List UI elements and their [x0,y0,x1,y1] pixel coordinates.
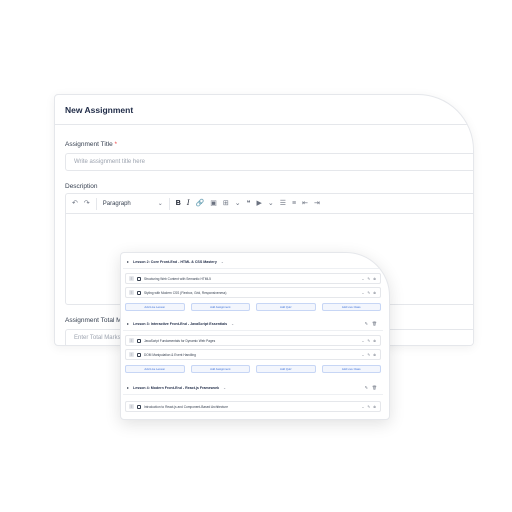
table-icon[interactable]: ⊞ [223,200,229,207]
lesson-title: Lesson 4: Modern Front-End - React.js Fr… [133,385,220,390]
form-header: New Assignment [55,95,473,125]
image-icon[interactable]: ▣ [210,200,217,207]
caret-right-icon[interactable]: ▸ [127,385,129,390]
add-quiz-button[interactable]: Add Quiz [256,365,316,373]
lesson-doc-icon [137,352,141,357]
topic-title: JavaScript Fundamentals for Dynamic Web … [144,338,216,343]
edit-icon[interactable]: ✎ [367,277,370,281]
chevron-down-icon[interactable]: ⌄ [361,353,364,357]
topic-actions: ⌄ ✎ ⊗ [361,405,376,409]
bulleted-list-icon[interactable]: ☰ [280,200,286,207]
add-live-lesson-button[interactable]: Add Live Lesson [125,303,185,311]
topic-row[interactable]: ⠿ Structuring Web Content with Semantic … [125,273,381,284]
quote-icon[interactable]: ❝ [247,200,251,207]
toolbar-divider [168,197,170,210]
lesson-title: Lesson 2: Core Front-End - HTML & CSS Ma… [133,259,217,264]
topic-title: Structuring Web Content with Semantic HT… [144,276,211,281]
delete-icon[interactable]: ⊗ [373,353,376,357]
chevron-down-icon[interactable]: ⌄ [361,277,364,281]
editor-toolbar: ↶ ↷ Paragraph ⌄ B I 🔗 ▣ ⊞ ⌄ ❝ ▶ ⌄ ☰ ≡ ⇤ … [66,194,473,214]
curriculum-panel: ▸ Lesson 2: Core Front-End - HTML & CSS … [120,252,390,420]
edit-icon[interactable]: ✎ [367,405,370,409]
chevron-down-icon[interactable]: ⌄ [221,260,224,264]
media-icon[interactable]: ▶ [256,200,261,207]
topic-actions: ⌄ ✎ ⊗ [361,353,376,357]
chevron-down-icon[interactable]: ⌄ [223,386,226,390]
chevron-down-icon[interactable]: ⌄ [361,291,364,295]
topic-row[interactable]: ⠿ JavaScript Fundamentals for Dynamic We… [125,335,381,346]
topic-row[interactable]: ⠿ Introduction to React.js and Component… [125,401,381,412]
chevron-down-icon: ⌄ [157,201,163,207]
drag-handle-icon[interactable]: ⠿ [129,276,134,281]
topic-title: DOM Manipulation & Event Handling [144,352,196,357]
toolbar-divider [95,197,97,210]
paragraph-select-label: Paragraph [102,200,131,207]
undo-icon[interactable]: ↶ [72,200,78,207]
add-live-class-button[interactable]: Add Live Class [321,365,381,373]
trash-icon[interactable]: 🗑 [372,321,377,326]
lesson-header[interactable]: ▸ Lesson 3: Interactive Front-End - Java… [123,317,383,331]
drag-handle-icon[interactable]: ⠿ [129,404,134,409]
lesson-header[interactable]: ▸ Lesson 4: Modern Front-End - React.js … [123,381,383,395]
assignment-title-placeholder: Write assignment title here [74,159,145,165]
lesson-doc-icon [137,338,141,343]
table-chevron-icon[interactable]: ⌄ [235,200,241,207]
edit-icon[interactable]: ✎ [365,321,368,326]
trash-icon[interactable]: 🗑 [372,385,377,390]
topic-row[interactable]: ⠿ Styling with Modern CSS (Flexbox, Grid… [125,287,381,298]
edit-icon[interactable]: ✎ [365,385,368,390]
numbered-list-icon[interactable]: ≡ [292,200,296,207]
total-marks-placeholder: Enter Total Marks [74,335,121,341]
italic-button[interactable]: I [187,200,190,207]
lesson-actions: ✎ 🗑 [365,385,377,390]
lesson-add-buttons: Add Live Lesson Add Assignment Add Quiz … [125,303,381,311]
caret-right-icon[interactable]: ▸ [127,321,129,326]
add-live-lesson-button[interactable]: Add Live Lesson [125,365,185,373]
paragraph-select[interactable]: Paragraph ⌄ [102,200,163,208]
bold-button[interactable]: B [176,200,181,207]
caret-right-icon[interactable]: ▸ [127,259,129,264]
lesson-doc-icon [137,276,141,281]
add-live-class-button[interactable]: Add Live Class [321,303,381,311]
assignment-title-input[interactable]: Write assignment title here [65,153,473,171]
media-chevron-icon[interactable]: ⌄ [268,200,274,207]
description-label: Description [65,183,98,190]
add-quiz-button[interactable]: Add Quiz [256,303,316,311]
topic-title: Introduction to React.js and Component-B… [144,404,228,409]
add-assignment-button[interactable]: Add Assignment [190,303,250,311]
lesson-doc-icon [137,290,141,295]
chevron-down-icon[interactable]: ⌄ [361,405,364,409]
link-icon[interactable]: 🔗 [196,200,205,207]
form-title: New Assignment [65,105,134,115]
lesson-add-buttons: Add Live Lesson Add Assignment Add Quiz … [125,365,381,373]
topic-title: Styling with Modern CSS (Flexbox, Grid, … [144,290,227,295]
outdent-icon[interactable]: ⇤ [302,200,308,207]
delete-icon[interactable]: ⊗ [373,291,376,295]
lesson-actions: ✎ 🗑 [365,321,377,326]
add-assignment-button[interactable]: Add Assignment [190,365,250,373]
indent-icon[interactable]: ⇥ [314,200,320,207]
chevron-down-icon[interactable]: ⌄ [361,339,364,343]
chevron-down-icon[interactable]: ⌄ [231,322,234,326]
required-mark: * [114,141,118,148]
delete-icon[interactable]: ⊗ [373,277,376,281]
assignment-title-label: Assignment Title * [65,141,118,148]
topic-actions: ⌄ ✎ ⊗ [361,339,376,343]
edit-icon[interactable]: ✎ [367,339,370,343]
delete-icon[interactable]: ⊗ [373,405,376,409]
lesson-doc-icon [137,404,141,409]
drag-handle-icon[interactable]: ⠿ [129,352,134,357]
topic-row[interactable]: ⠿ DOM Manipulation & Event Handling ⌄ ✎ … [125,349,381,360]
lesson-header[interactable]: ▸ Lesson 2: Core Front-End - HTML & CSS … [123,255,383,269]
edit-icon[interactable]: ✎ [367,291,370,295]
topic-actions: ⌄ ✎ ⊗ [361,291,376,295]
drag-handle-icon[interactable]: ⠿ [129,338,134,343]
drag-handle-icon[interactable]: ⠿ [129,290,134,295]
lesson-title: Lesson 3: Interactive Front-End - JavaSc… [133,321,228,326]
redo-icon[interactable]: ↷ [84,200,90,207]
delete-icon[interactable]: ⊗ [373,339,376,343]
topic-actions: ⌄ ✎ ⊗ [361,277,376,281]
edit-icon[interactable]: ✎ [367,353,370,357]
